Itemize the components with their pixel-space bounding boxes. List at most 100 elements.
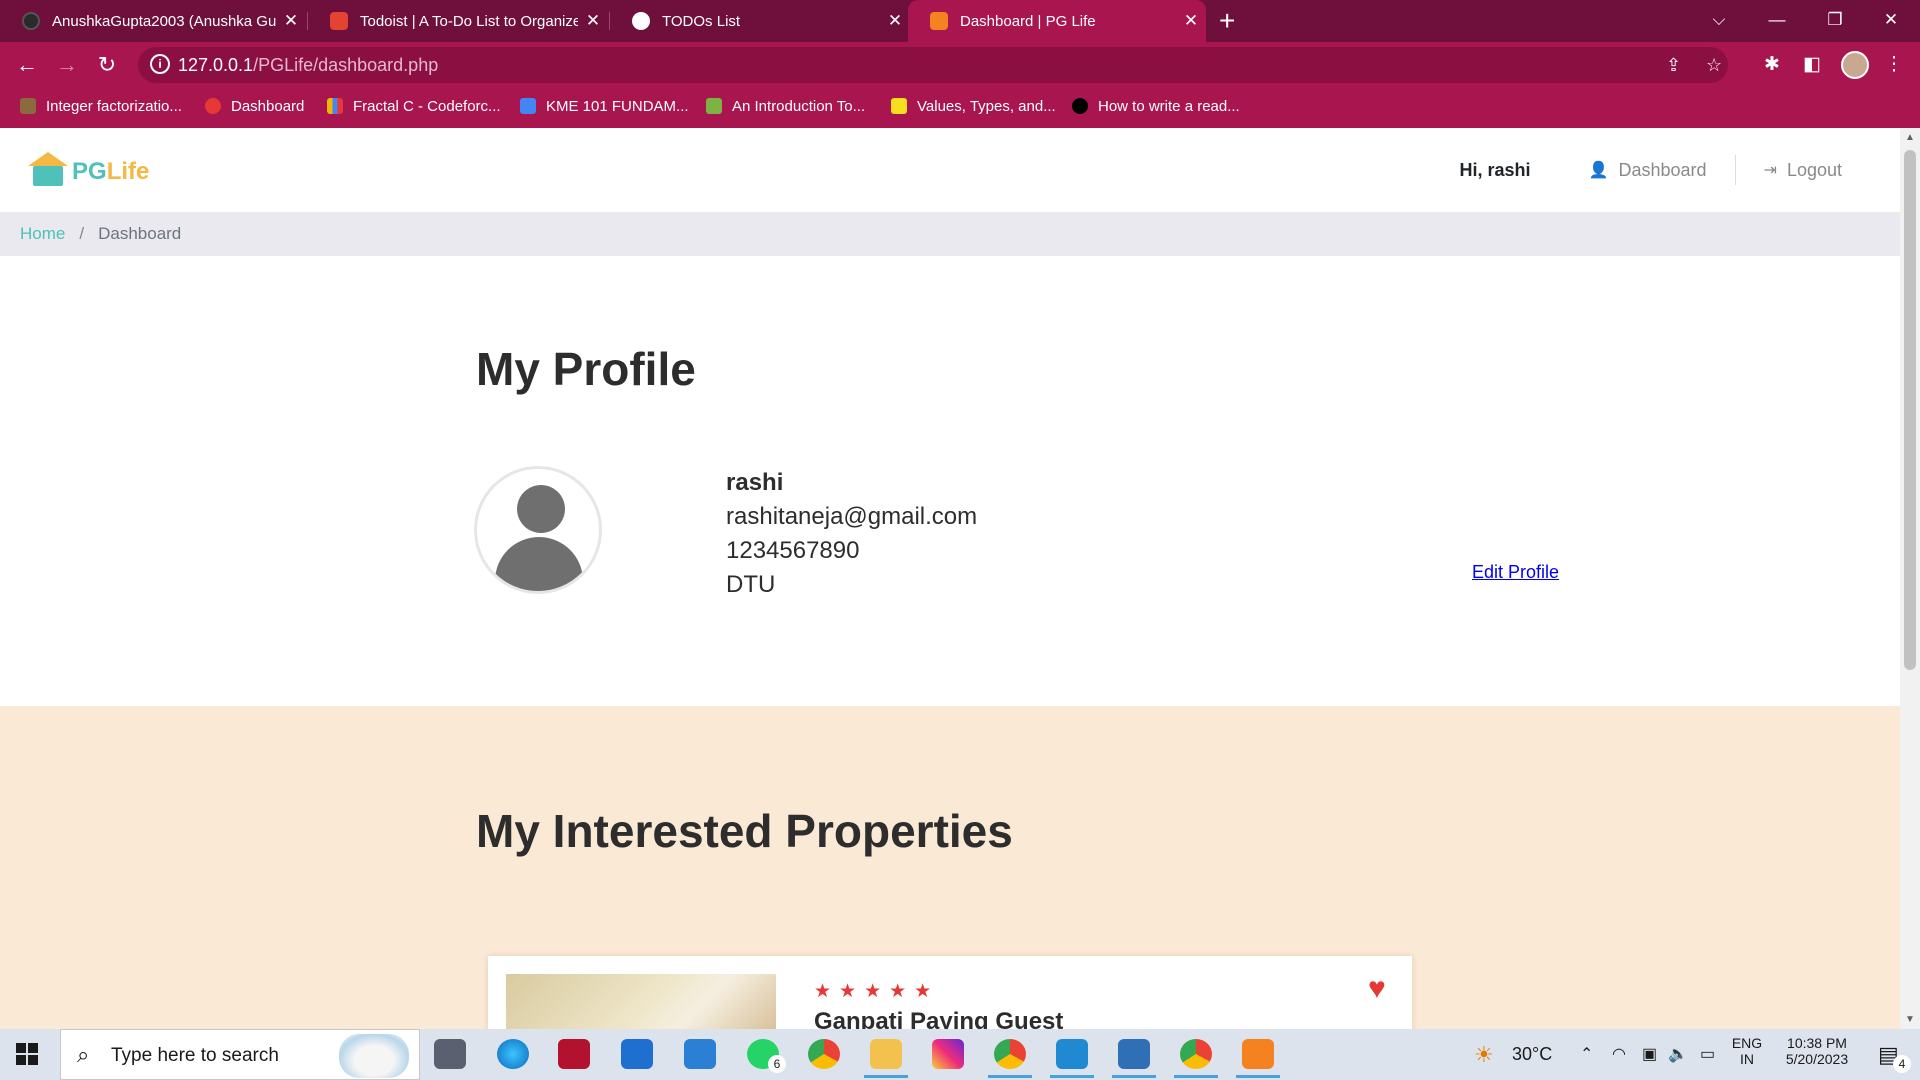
bookmarks-bar: Integer factorizatio... Dashboard Fracta…	[0, 88, 1920, 128]
scroll-down-arrow-icon[interactable]: ▼	[1900, 1014, 1920, 1025]
profile-college: DTU	[726, 571, 776, 598]
instagram-icon[interactable]	[932, 1039, 964, 1069]
share-icon[interactable]: ⇪	[1666, 47, 1681, 83]
xampp-favicon-icon	[930, 12, 948, 30]
breadcrumb-separator: /	[79, 224, 85, 243]
notifications-icon[interactable]: ▤	[1878, 1029, 1899, 1080]
breadcrumb-home-link[interactable]: Home	[20, 224, 65, 244]
photos-icon[interactable]	[1112, 1039, 1156, 1078]
bookmark-favicon-icon	[520, 98, 536, 114]
bookmark-item[interactable]: Fractal C - Codeforc...	[327, 88, 501, 124]
chrome-icon[interactable]	[808, 1039, 840, 1069]
chrome-profile-icon[interactable]	[988, 1039, 1032, 1078]
property-name[interactable]: Ganpati Paying Guest	[814, 1008, 1063, 1029]
tray-chevron-icon[interactable]: ⌃	[1580, 1029, 1593, 1080]
section-title: My Interested Properties	[476, 805, 1013, 857]
bookmark-favicon-icon	[205, 98, 221, 114]
page-scrollbar[interactable]: ▲ ▼	[1900, 128, 1920, 1029]
battery-icon[interactable]: ▭	[1700, 1029, 1715, 1080]
property-image[interactable]	[506, 974, 776, 1029]
site-navbar: PGLife Hi, rashi 👤 Dashboard ⇥ Logout	[0, 128, 1900, 212]
property-card[interactable]: ★★★★★ Ganpati Paying Guest ♥	[488, 956, 1412, 1029]
star-rating-icon: ★★★★★	[814, 981, 940, 1002]
bookmark-item[interactable]: An Introduction To...	[706, 88, 865, 124]
nav-dashboard-link[interactable]: 👤 Dashboard	[1561, 160, 1735, 181]
search-icon: ⌕	[77, 1042, 90, 1067]
bookmark-item[interactable]: KME 101 FUNDAM...	[520, 88, 689, 124]
reload-button[interactable]: ↻	[91, 42, 123, 88]
taskbar-search-box[interactable]: ⌕ Type here to search	[60, 1029, 420, 1080]
bookmark-item[interactable]: Integer factorizatio...	[20, 88, 182, 124]
search-highlight-image	[339, 1034, 409, 1078]
new-tab-button[interactable]: +	[1219, 0, 1235, 42]
meet-now-icon[interactable]: ▣	[1642, 1029, 1657, 1080]
tab-dashboard-pglife[interactable]: Dashboard | PG Life ✕	[908, 0, 1206, 42]
browser-tab-strip: AnushkaGupta2003 (Anushka Gu ✕ Todoist |…	[0, 0, 1920, 42]
bookmark-item[interactable]: Values, Types, and...	[891, 88, 1056, 124]
close-tab-icon[interactable]: ✕	[276, 11, 306, 31]
weather-icon[interactable]: ☀	[1474, 1029, 1494, 1080]
close-tab-icon[interactable]: ✕	[880, 11, 910, 31]
extensions-puzzle-icon[interactable]: ✱	[1757, 42, 1787, 88]
close-tab-icon[interactable]: ✕	[578, 11, 608, 31]
tab-todoist[interactable]: Todoist | A To-Do List to Organize ✕	[308, 0, 608, 42]
side-panel-icon[interactable]: ◧	[1797, 42, 1827, 88]
page-title: My Profile	[476, 343, 696, 395]
menu-kebab-icon[interactable]: ⋮	[1879, 42, 1909, 88]
tab-search-chevron-icon[interactable]: ⌵	[1690, 0, 1748, 42]
house-logo-icon	[28, 152, 68, 186]
clock[interactable]: 10:38 PM 5/20/2023	[1772, 1035, 1862, 1067]
temperature-label[interactable]: 30°C	[1512, 1029, 1552, 1080]
bookmark-star-icon[interactable]: ☆	[1706, 47, 1722, 83]
tab-label: AnushkaGupta2003 (Anushka Gu	[52, 12, 276, 30]
windows-taskbar: ⌕ Type here to search 6 ☀ 30°C ⌃ ◠ ▣ 🔈 ▭…	[0, 1029, 1920, 1080]
profile-avatar[interactable]	[1841, 51, 1869, 79]
network-icon[interactable]: ◠	[1612, 1029, 1626, 1080]
user-avatar-icon	[474, 466, 602, 594]
mail-icon[interactable]	[684, 1039, 716, 1069]
forward-button[interactable]: →	[51, 42, 83, 88]
notification-badge: 4	[1893, 1055, 1911, 1073]
edge-icon[interactable]	[497, 1039, 529, 1069]
language-indicator[interactable]: ENG IN	[1730, 1035, 1764, 1067]
file-explorer-icon[interactable]	[864, 1039, 908, 1078]
tab-github[interactable]: AnushkaGupta2003 (Anushka Gu ✕	[0, 0, 306, 42]
heart-interested-icon[interactable]: ♥	[1368, 972, 1386, 1006]
profile-phone: 1234567890	[726, 537, 860, 564]
globe-favicon-icon	[632, 12, 650, 30]
scroll-up-arrow-icon[interactable]: ▲	[1900, 132, 1920, 143]
profile-name: rashi	[726, 469, 784, 496]
bookmark-favicon-icon	[706, 98, 722, 114]
close-window-button[interactable]: ✕	[1862, 0, 1920, 42]
minimize-button[interactable]: —	[1748, 0, 1806, 42]
pglife-logo[interactable]: PGLife	[28, 152, 149, 186]
vscode-icon[interactable]	[1050, 1039, 1094, 1078]
back-button[interactable]: ←	[11, 42, 43, 88]
windows-start-icon[interactable]	[16, 1043, 38, 1065]
profile-details: rashi rashitaneja@gmail.com 1234567890 D…	[726, 466, 977, 602]
volume-icon[interactable]: 🔈	[1668, 1029, 1688, 1080]
bookmark-favicon-icon	[891, 98, 907, 114]
browser-toolbar: ← → ↻ i 127.0.0.1/PGLife/dashboard.php ⇪…	[0, 42, 1920, 88]
bookmark-item[interactable]: Dashboard	[205, 88, 304, 124]
tab-todos-list[interactable]: TODOs List ✕	[610, 0, 910, 42]
app-icon[interactable]	[558, 1039, 590, 1069]
site-info-icon[interactable]: i	[150, 54, 170, 74]
nav-logout-link[interactable]: ⇥ Logout	[1736, 160, 1870, 181]
chrome-active-icon[interactable]	[1174, 1039, 1218, 1078]
edit-profile-link[interactable]: Edit Profile	[1472, 562, 1559, 583]
restore-button[interactable]: ❐	[1806, 0, 1864, 42]
user-greeting: Hi, rashi	[1459, 159, 1531, 180]
todoist-favicon-icon	[330, 12, 348, 30]
microsoft-store-icon[interactable]	[621, 1039, 653, 1069]
address-bar[interactable]: i 127.0.0.1/PGLife/dashboard.php ⇪ ☆	[138, 47, 1728, 83]
bookmark-favicon-icon	[20, 98, 36, 114]
close-tab-icon[interactable]: ✕	[1176, 11, 1206, 31]
bookmark-item[interactable]: How to write a read...	[1072, 88, 1240, 124]
page-viewport: PGLife Hi, rashi 👤 Dashboard ⇥ Logout Ho…	[0, 128, 1900, 1029]
search-placeholder: Type here to search	[111, 1045, 279, 1066]
scrollbar-thumb[interactable]	[1904, 150, 1916, 670]
task-view-icon[interactable]	[434, 1039, 466, 1069]
xampp-icon[interactable]	[1236, 1039, 1280, 1078]
url-text[interactable]: 127.0.0.1/PGLife/dashboard.php	[178, 47, 438, 83]
